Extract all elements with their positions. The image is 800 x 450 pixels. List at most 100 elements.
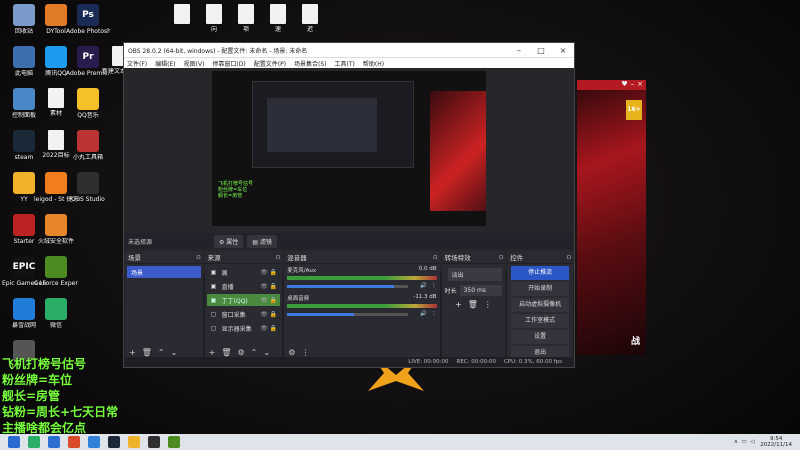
desktop-icon[interactable]: Ps Adobe Photosh...: [66, 4, 110, 35]
menu-profile[interactable]: 配置文件(P): [254, 59, 286, 68]
visibility-lock-icons[interactable]: 👁 🔒: [260, 269, 277, 276]
channel-menu-icon[interactable]: ⋮: [431, 311, 437, 317]
maximize-button[interactable]: □: [530, 46, 552, 55]
move-down-icon[interactable]: ⌄: [263, 348, 270, 357]
visibility-lock-icons[interactable]: 👁 🔒: [260, 297, 277, 304]
app-icon[interactable]: [68, 436, 80, 448]
remove-transition-icon[interactable]: 🗑: [468, 300, 478, 309]
duration-input[interactable]: 350 ms: [459, 285, 503, 296]
volume-icon[interactable]: ◁: [750, 439, 754, 445]
settings-button[interactable]: 设置: [511, 330, 569, 344]
sources-list: ▣ 展 👁 🔒 ▣ 直播 👁 🔒 ▣ 丁丁(QQ) 👁 🔒 ▢ 窗口采集 👁 🔒 ▢ 显示器采集 👁 🔒: [205, 266, 283, 334]
menu-edit[interactable]: 编辑(E): [155, 59, 175, 68]
volume-slider-fill: [287, 313, 354, 316]
desktop-icon[interactable]: QQ音乐: [66, 88, 110, 119]
preview-overlay-text: 飞机打榜号估号 粉丝牌=车位 舰长=房管: [218, 181, 254, 199]
add-scene-icon[interactable]: +: [129, 348, 136, 357]
desktop-icon[interactable]: 小丸工具箱: [66, 130, 110, 161]
volume-slider[interactable]: [287, 313, 409, 316]
mixer-settings-icon[interactable]: ⚙: [288, 348, 295, 357]
clock[interactable]: 9:54 2022/11/14: [760, 436, 792, 448]
desktop-icon-image: [13, 4, 35, 26]
source-settings-icon[interactable]: ⚙: [238, 348, 245, 357]
mixer-more-icon[interactable]: ⋮: [301, 348, 309, 357]
wechat-icon[interactable]: [28, 436, 40, 448]
status-bar: LIVE: 00:00:00 REC: 00:00:00 CPU: 0.3%, …: [124, 357, 574, 367]
app-icon[interactable]: [88, 436, 100, 448]
visibility-lock-icons[interactable]: 👁 🔒: [260, 325, 277, 332]
desktop-icon[interactable]: GeForce Experience: [34, 256, 78, 287]
channel-menu-icon[interactable]: ⋮: [431, 283, 437, 289]
tray-arrow-icon[interactable]: ∧: [734, 439, 738, 445]
mixer-title: 混音器: [287, 254, 307, 262]
add-source-icon[interactable]: +: [209, 348, 216, 357]
app-icon[interactable]: [168, 436, 180, 448]
properties-button[interactable]: ⚙ 属性: [214, 234, 244, 248]
controls-dock: 控件 ▫ 停止推流 开始录制 启动虚拟摄像机 工作室模式 设置 退出: [507, 251, 573, 360]
move-up-icon[interactable]: ⌃: [158, 348, 165, 357]
move-up-icon[interactable]: ⌃: [251, 348, 258, 357]
remove-scene-icon[interactable]: 🗑: [142, 348, 152, 357]
desktop-icon-image: [45, 214, 67, 236]
app-icon[interactable]: [48, 436, 60, 448]
menu-tools[interactable]: 工具(T): [335, 59, 355, 68]
source-item[interactable]: ▢ 窗口采集 👁 🔒: [207, 308, 281, 320]
transition-select[interactable]: 淡出: [447, 268, 503, 281]
network-icon[interactable]: ▭: [741, 439, 746, 445]
menu-view[interactable]: 视图(V): [184, 59, 205, 68]
obs-window[interactable]: OBS 28.0.2 (64-bit, windows) - 配置文件: 未命名…: [123, 42, 575, 368]
folder-icon[interactable]: [128, 436, 140, 448]
close-button[interactable]: ×: [552, 46, 574, 55]
menu-help[interactable]: 帮助(H): [363, 59, 384, 68]
source-item[interactable]: ▣ 丁丁(QQ) 👁 🔒: [206, 294, 281, 306]
desktop-icon[interactable]: 微信: [34, 298, 78, 329]
overlay-line: 钻粉=周长+七天日常: [2, 405, 119, 419]
desktop-icon-image: [45, 4, 67, 26]
duration-label: 时长: [444, 288, 457, 295]
volume-meter: [287, 304, 437, 308]
window-title: OBS 28.0.2 (64-bit, windows) - 配置文件: 未命名…: [128, 47, 308, 55]
menu-scene-collection[interactable]: 场景集合(S): [294, 59, 327, 68]
source-item[interactable]: ▢ 显示器采集 👁 🔒: [207, 322, 281, 334]
more-icon[interactable]: ⋮: [484, 300, 492, 309]
desktop-icon-image: [48, 88, 64, 108]
scenes-dock: 场景 ▫ 场景 + 🗑 ⌃ ⌄: [125, 251, 203, 359]
menu-file[interactable]: 文件(F): [127, 59, 147, 68]
speaker-icon[interactable]: 🔊: [420, 283, 427, 289]
controls-title: 控件: [510, 254, 524, 262]
stream-preview[interactable]: 飞机打榜号估号 粉丝牌=车位 舰长=房管: [212, 71, 486, 226]
game-window[interactable]: ♥ – × 16+ 战: [577, 80, 646, 355]
desktop-icon-label: 火绒安全软件: [37, 238, 74, 245]
volume-slider[interactable]: [287, 285, 409, 288]
steam-icon[interactable]: [108, 436, 120, 448]
dock-float-icon: ▫: [275, 253, 281, 261]
desktop-icon-label: GeForce Experience: [34, 280, 78, 287]
start-recording-button[interactable]: 开始录制: [511, 282, 569, 296]
game-window-controls[interactable]: ♥ – ×: [577, 80, 646, 90]
obs-titlebar[interactable]: OBS 28.0.2 (64-bit, windows) - 配置文件: 未命名…: [124, 43, 574, 57]
studio-mode-button[interactable]: 工作室模式: [511, 314, 569, 328]
speaker-icon[interactable]: 🔊: [420, 311, 427, 317]
desktop-icon[interactable]: 火绒安全软件: [34, 214, 78, 245]
remove-source-icon[interactable]: 🗑: [221, 348, 231, 357]
filters-button[interactable]: ▤ 滤镜: [247, 234, 277, 248]
source-item[interactable]: ▣ 展 👁 🔒: [207, 266, 281, 278]
menu-docks[interactable]: 停靠窗口(D): [212, 59, 245, 68]
source-type-icon: ▣: [210, 296, 217, 304]
desktop-icon[interactable]: 迟: [288, 4, 332, 33]
mixer-channel: 麦克风/Aux 0.0 dB 🔊 ⋮: [284, 264, 439, 292]
stop-streaming-button[interactable]: 停止推流: [511, 266, 569, 280]
desktop-icon[interactable]: OBS Studio: [66, 172, 110, 203]
add-transition-icon[interactable]: +: [455, 300, 462, 309]
virtual-camera-button[interactable]: 启动虚拟摄像机: [511, 298, 569, 312]
system-tray: ∧ ▭ ◁ 9:54 2022/11/14: [734, 436, 800, 448]
visibility-lock-icons[interactable]: 👁 🔒: [260, 283, 277, 290]
source-item[interactable]: ▣ 直播 👁 🔒: [207, 280, 281, 292]
move-down-icon[interactable]: ⌄: [171, 348, 178, 357]
start-icon[interactable]: [8, 436, 20, 448]
scene-item[interactable]: 场景: [127, 266, 201, 278]
minimize-button[interactable]: –: [508, 46, 530, 55]
visibility-lock-icons[interactable]: 👁 🔒: [260, 311, 277, 318]
obs-icon[interactable]: [148, 436, 160, 448]
desktop-icon-image: [48, 130, 64, 150]
